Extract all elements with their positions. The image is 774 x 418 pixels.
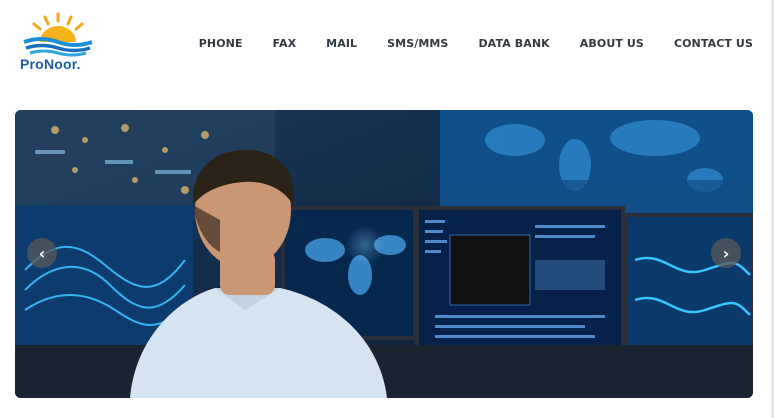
nav-item-contact-us[interactable]: CONTACT US — [674, 37, 753, 50]
hero-slider: ‹ › — [15, 110, 753, 398]
nav-item-data-bank[interactable]: DATA BANK — [478, 37, 549, 50]
brand-name: ProNoor. — [20, 56, 81, 72]
nav-item-fax[interactable]: FAX — [273, 37, 297, 50]
main-nav: PHONE FAX MAIL SMS/MMS DATA BANK ABOUT U… — [199, 37, 753, 50]
chevron-left-icon: ‹ — [38, 243, 46, 263]
nav-item-mail[interactable]: MAIL — [326, 37, 357, 50]
site-header: ProNoor. PHONE FAX MAIL SMS/MMS DATA BAN… — [0, 0, 774, 90]
chevron-right-icon: › — [722, 243, 730, 263]
nav-item-sms-mms[interactable]: SMS/MMS — [387, 37, 448, 50]
nav-item-phone[interactable]: PHONE — [199, 37, 243, 50]
brand-logo[interactable]: ProNoor. — [18, 12, 98, 74]
slider-prev-button[interactable]: ‹ — [27, 238, 57, 268]
hero-image — [15, 110, 753, 398]
slider-next-button[interactable]: › — [711, 238, 741, 268]
sun-logo-icon — [23, 12, 93, 57]
nav-item-about-us[interactable]: ABOUT US — [580, 37, 644, 50]
